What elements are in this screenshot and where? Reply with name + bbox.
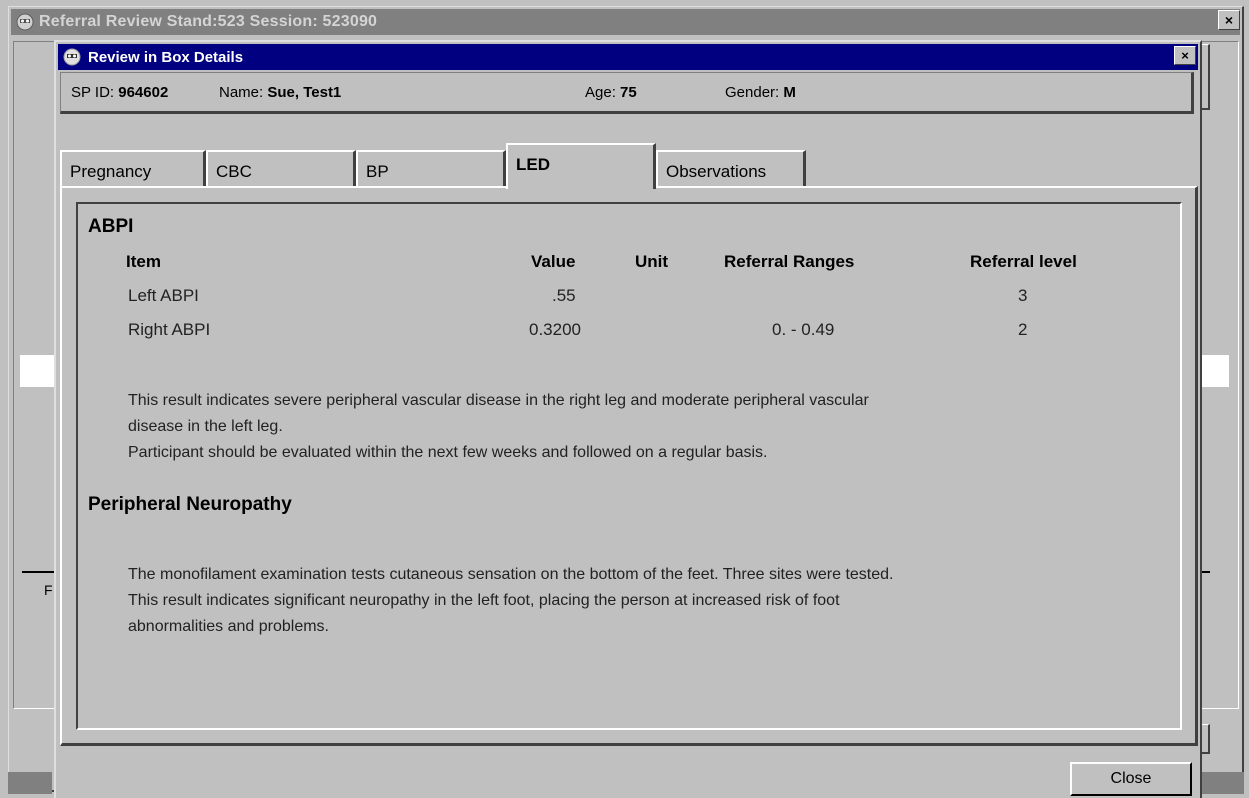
tab-cbc[interactable]: CBC xyxy=(206,150,356,186)
name-field: Name: Sue, Test1 xyxy=(219,84,341,101)
age-label: Age: xyxy=(585,84,616,101)
col-header-unit: Unit xyxy=(635,252,669,271)
app-icon xyxy=(63,48,81,66)
text-line: disease in the left leg. xyxy=(128,418,283,435)
spid-field: SP ID: 964602 xyxy=(71,84,168,101)
parent-status-strip xyxy=(8,772,52,794)
row-level: 2 xyxy=(1018,320,1028,339)
row-item: Right ABPI xyxy=(128,320,211,339)
neuropathy-section-title: Peripheral Neuropathy xyxy=(88,494,292,515)
row-item: Left ABPI xyxy=(128,286,199,305)
gender-field: Gender: M xyxy=(725,84,796,101)
close-icon: × xyxy=(1224,12,1234,28)
tab-pregnancy[interactable]: Pregnancy xyxy=(60,150,206,186)
tab-observations[interactable]: Observations xyxy=(656,150,806,186)
tab-led[interactable]: LED xyxy=(506,143,656,189)
parent-window-title: Referral Review Stand:523 Session: 52309… xyxy=(39,13,378,30)
participant-info-bar: SP ID: 964602 Name: Sue, Test1 Age: 75 G… xyxy=(60,72,1194,114)
dialog-close-button[interactable]: × xyxy=(1174,46,1196,65)
tab-bp[interactable]: BP xyxy=(356,150,506,186)
text-line: This result indicates significant neurop… xyxy=(128,592,840,609)
gender-label: Gender: xyxy=(725,84,780,101)
age-field: Age: 75 xyxy=(585,84,637,101)
name-label: Name: xyxy=(219,84,264,101)
spid-value: 964602 xyxy=(118,84,169,101)
col-header-item: Item xyxy=(126,252,161,271)
parent-field-fragment xyxy=(20,355,56,387)
row-ranges: 0. - 0.49 xyxy=(772,320,835,339)
neuropathy-interpretation: The monofilament examination tests cutan… xyxy=(128,562,893,640)
parent-status-strip xyxy=(1200,772,1244,794)
spid-label: SP ID: xyxy=(71,84,115,101)
text-line: Participant should be evaluated within t… xyxy=(128,444,768,461)
abpi-interpretation: This result indicates severe peripheral … xyxy=(128,388,869,466)
gender-value: M xyxy=(783,84,796,101)
abpi-section-title: ABPI xyxy=(88,216,134,237)
col-header-referral-level: Referral level xyxy=(970,252,1077,271)
row-level: 3 xyxy=(1018,286,1028,305)
parent-divider xyxy=(22,571,56,573)
col-header-value: Value xyxy=(531,252,576,271)
review-details-dialog: Review in Box Details × SP ID: 964602 Na… xyxy=(54,40,1202,798)
results-content: ABPI Item Value Unit Referral Ranges Ref… xyxy=(76,202,1182,730)
parent-titlebar[interactable]: Referral Review Stand:523 Session: 52309… xyxy=(11,9,1240,35)
text-line: The monofilament examination tests cutan… xyxy=(128,566,894,583)
col-header-referral-ranges: Referral Ranges xyxy=(724,252,855,271)
text-line: abnormalities and problems. xyxy=(128,618,329,635)
dialog-titlebar[interactable]: Review in Box Details xyxy=(58,44,1198,70)
row-value: .55 xyxy=(552,286,576,305)
age-value: 75 xyxy=(620,84,637,101)
name-value: Sue, Test1 xyxy=(267,84,342,101)
row-value: 0.3200 xyxy=(529,320,581,339)
led-tab-panel: ABPI Item Value Unit Referral Ranges Ref… xyxy=(60,186,1198,746)
dialog-title: Review in Box Details xyxy=(88,48,244,66)
parent-close-button[interactable]: × xyxy=(1218,10,1240,30)
close-button[interactable]: Close xyxy=(1070,762,1192,796)
app-icon xyxy=(16,13,34,31)
text-line: This result indicates severe peripheral … xyxy=(128,392,869,409)
parent-label-fragment: F xyxy=(44,582,53,598)
close-icon: × xyxy=(1181,48,1189,63)
